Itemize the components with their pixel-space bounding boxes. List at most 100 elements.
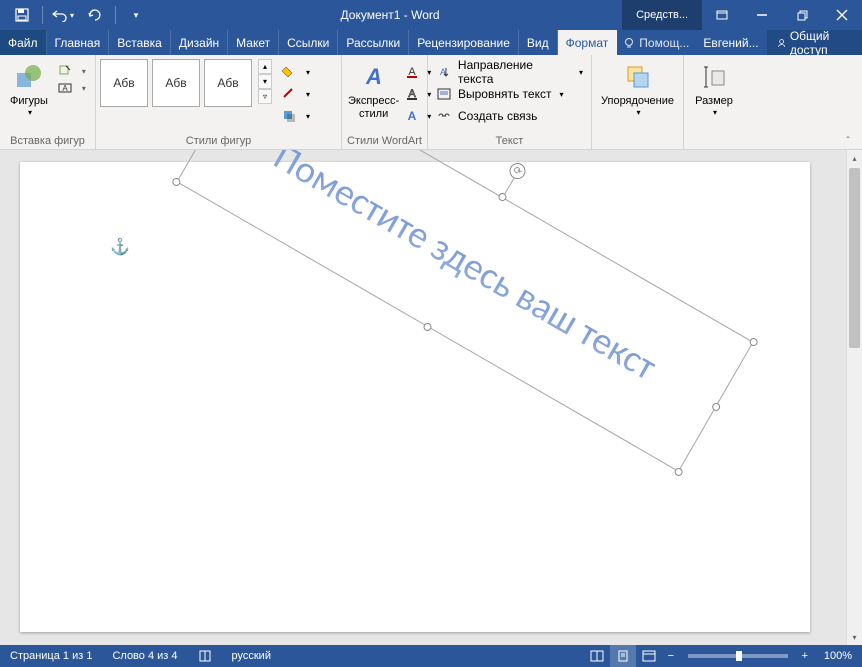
redo-button[interactable] <box>81 1 109 29</box>
edit-shape-dropdown[interactable]: ▾ <box>75 63 93 79</box>
ribbon-tabs: Файл Главная Вставка Дизайн Макет Ссылки… <box>0 30 862 55</box>
shape-style-3[interactable]: Абв <box>204 59 252 107</box>
scroll-up-button[interactable]: ▴ <box>847 150 862 166</box>
share-label: Общий доступ <box>790 29 852 57</box>
person-icon <box>777 37 786 49</box>
shape-style-1[interactable]: Абв <box>100 59 148 107</box>
shape-effects-button[interactable]: ▾ <box>278 105 314 127</box>
page-count[interactable]: Страница 1 из 1 <box>0 650 102 662</box>
edit-shape-icon <box>58 64 72 78</box>
spell-check-button[interactable] <box>188 649 222 663</box>
group-insert-shapes: Фигуры ▾ ▾ A ▾ Вставка фигур <box>0 55 96 149</box>
chevron-down-icon: ▾ <box>636 108 640 117</box>
shape-style-2[interactable]: Абв <box>152 59 200 107</box>
shape-fill-button[interactable]: ▾ <box>278 61 314 83</box>
size-icon <box>702 63 726 91</box>
close-button[interactable] <box>822 0 862 30</box>
text-outline-icon: A <box>405 87 419 101</box>
svg-text:A: A <box>365 64 382 89</box>
chevron-down-icon: ▾ <box>28 108 32 117</box>
svg-text:A: A <box>408 109 417 123</box>
print-layout-button[interactable] <box>610 645 636 667</box>
undo-button[interactable]: ▾ <box>49 1 77 29</box>
redo-icon <box>88 8 102 22</box>
tab-home[interactable]: Главная <box>47 30 110 55</box>
zoom-level[interactable]: 100% <box>814 650 862 662</box>
tab-file[interactable]: Файл <box>0 30 47 55</box>
text-direction-label: Направление текста <box>458 58 571 86</box>
read-mode-icon <box>590 650 604 662</box>
window-title: Документ1 - Word <box>158 8 622 22</box>
text-box-dropdown[interactable]: ▾ <box>75 80 93 96</box>
outline-icon <box>282 87 298 101</box>
read-mode-button[interactable] <box>584 645 610 667</box>
zoom-out-button[interactable]: − <box>662 650 680 662</box>
tab-design[interactable]: Дизайн <box>171 30 228 55</box>
create-link-button[interactable]: Создать связь <box>432 105 587 127</box>
quick-access-toolbar: ▾ ▾ <box>0 1 158 29</box>
quick-styles-label: Экспресс- стили <box>348 95 399 121</box>
undo-icon <box>52 8 68 22</box>
shape-style-gallery[interactable]: Абв Абв Абв ▴ ▾ ▿ <box>100 59 272 107</box>
tab-review[interactable]: Рецензирование <box>409 30 519 55</box>
separator <box>115 6 116 24</box>
size-label: Размер <box>695 95 733 108</box>
tab-mailings[interactable]: Рассылки <box>338 30 409 55</box>
vertical-scrollbar[interactable]: ▴ ▾ <box>846 150 862 645</box>
tab-view[interactable]: Вид <box>519 30 558 55</box>
zoom-slider-thumb[interactable] <box>736 651 742 661</box>
effects-icon <box>282 109 298 123</box>
language-button[interactable]: русский <box>222 650 281 662</box>
shapes-button[interactable]: Фигуры ▾ <box>4 59 54 119</box>
tab-format[interactable]: Формат <box>558 30 618 55</box>
shape-outline-button[interactable]: ▾ <box>278 83 314 105</box>
link-icon <box>436 109 452 123</box>
align-text-button[interactable]: Выровнять текст▾ <box>432 83 587 105</box>
document-page[interactable]: ⚓ Поместите здесь ваш текст ⟳ <box>20 162 810 632</box>
tell-me[interactable]: Помощ... <box>617 30 695 55</box>
zoom-slider[interactable] <box>688 654 788 658</box>
scroll-thumb[interactable] <box>849 168 860 348</box>
size-button[interactable]: Размер ▾ <box>689 59 739 119</box>
chevron-down-icon: ▾ <box>134 10 139 21</box>
collapse-ribbon-button[interactable]: ˆ <box>838 133 858 149</box>
resize-handle-se[interactable] <box>673 466 684 477</box>
zoom-in-button[interactable]: + <box>796 650 814 662</box>
tab-layout[interactable]: Макет <box>228 30 279 55</box>
rotation-handle[interactable]: ⟳ <box>507 160 529 182</box>
arrange-button[interactable]: Упорядочение ▾ <box>595 59 680 119</box>
text-box-button[interactable]: A <box>56 80 74 96</box>
edit-shape-button[interactable] <box>56 63 74 79</box>
maximize-button[interactable] <box>782 0 822 30</box>
tab-insert[interactable]: Вставка <box>109 30 171 55</box>
scroll-down-button[interactable]: ▾ <box>847 629 862 645</box>
gallery-down-button[interactable]: ▾ <box>258 74 272 89</box>
create-link-label: Создать связь <box>458 109 537 123</box>
quick-styles-button[interactable]: A Экспресс- стили <box>346 59 401 123</box>
align-text-label: Выровнять текст <box>458 87 551 101</box>
user-account[interactable]: Евгений... <box>695 30 766 55</box>
print-layout-icon <box>616 650 630 662</box>
save-button[interactable] <box>8 1 36 29</box>
word-count[interactable]: Слово 4 из 4 <box>102 650 187 662</box>
tab-references[interactable]: Ссылки <box>279 30 338 55</box>
document-area[interactable]: ⚓ Поместите здесь ваш текст ⟳ <box>0 150 846 645</box>
wordart-object[interactable]: Поместите здесь ваш текст ⟳ <box>176 150 753 472</box>
minimize-button[interactable] <box>742 0 782 30</box>
web-layout-button[interactable] <box>636 645 662 667</box>
gallery-up-button[interactable]: ▴ <box>258 59 272 74</box>
maximize-icon <box>797 10 808 21</box>
web-layout-icon <box>642 650 656 662</box>
group-label: Стили WordArt <box>346 133 423 149</box>
text-direction-button[interactable]: A Направление текста▾ <box>432 61 587 83</box>
qat-customize-button[interactable]: ▾ <box>122 1 150 29</box>
share-button[interactable]: Общий доступ <box>767 30 862 55</box>
group-label <box>596 133 679 149</box>
ribbon-display-button[interactable] <box>702 0 742 30</box>
group-size: Размер ▾ <box>684 55 744 149</box>
book-icon <box>198 649 212 663</box>
selection-frame <box>176 150 753 472</box>
group-text: A Направление текста▾ Выровнять текст▾ С… <box>428 55 592 149</box>
gallery-more-button[interactable]: ▿ <box>258 89 272 104</box>
close-icon <box>836 9 848 21</box>
